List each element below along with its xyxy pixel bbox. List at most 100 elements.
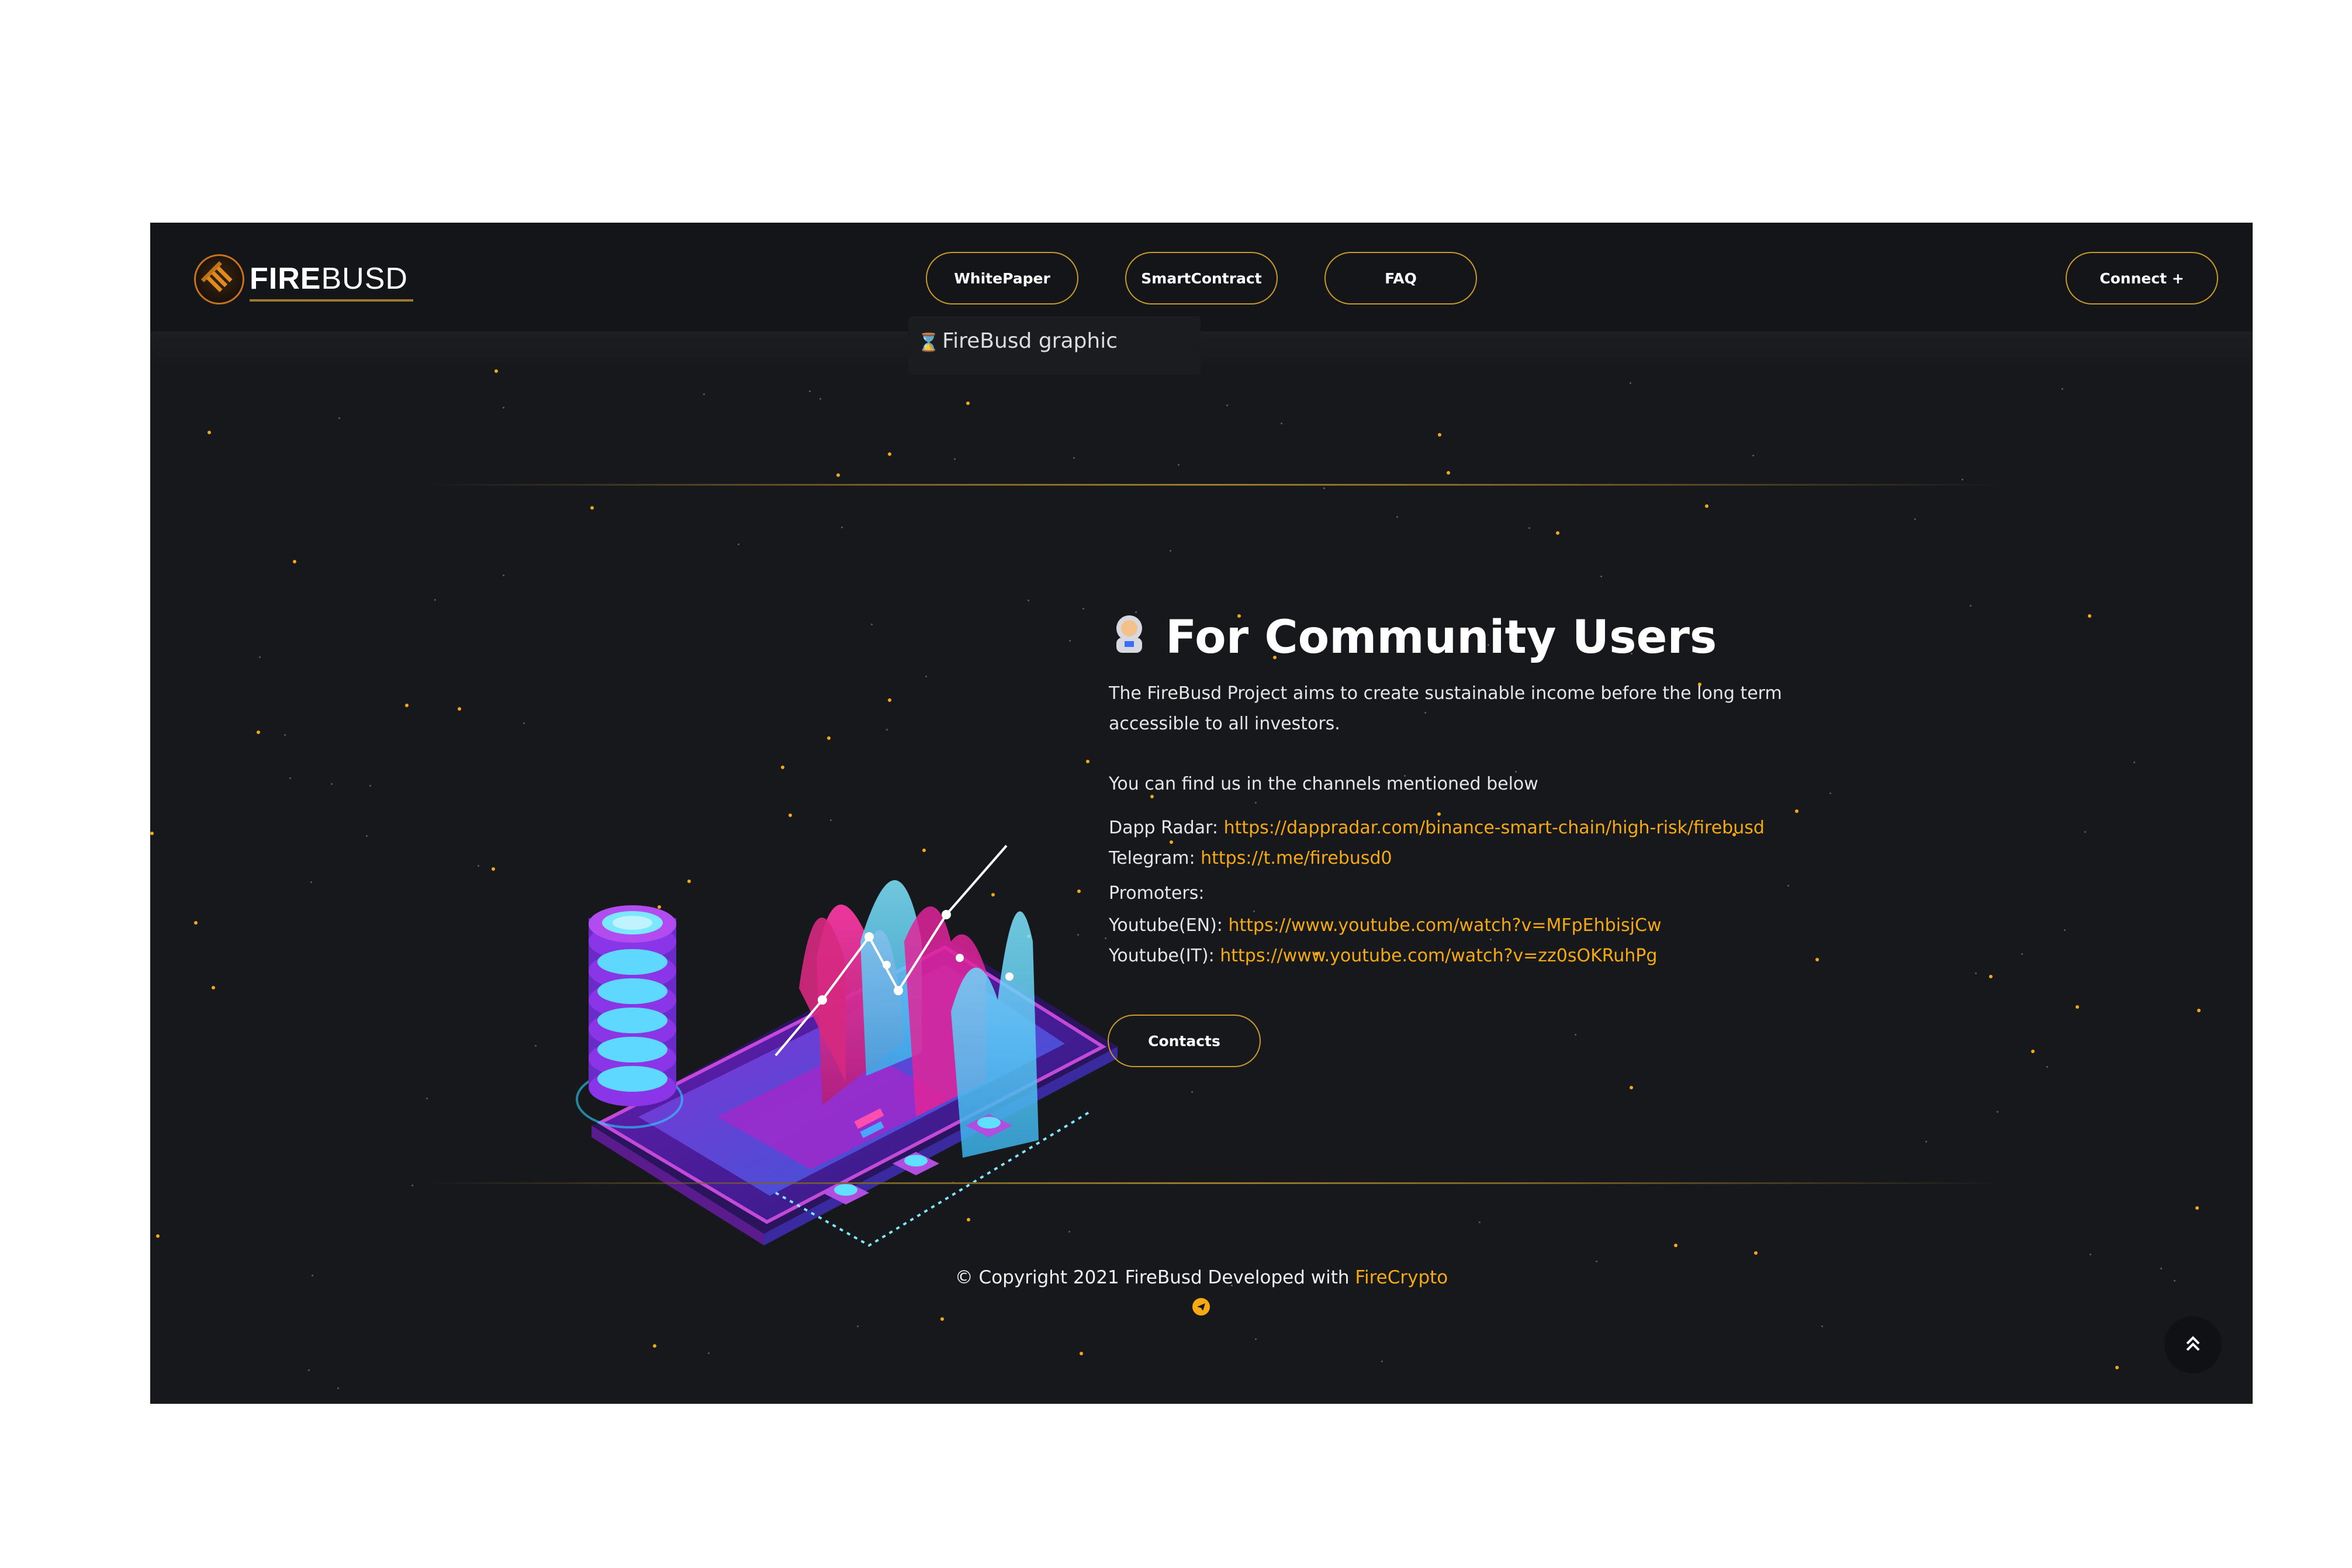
star-dot	[458, 707, 461, 711]
star-dot	[809, 390, 811, 392]
star-dot	[1082, 608, 1084, 610]
star-dot	[369, 785, 371, 787]
double-chevron-up-icon	[2181, 1332, 2205, 1358]
section-divider-top	[425, 484, 2003, 486]
star-dot	[1795, 809, 1798, 813]
star-dot	[1975, 972, 1977, 974]
star-dot	[289, 777, 291, 779]
youtube-it-label: Youtube(IT):	[1109, 946, 1215, 966]
faq-button[interactable]: FAQ	[1324, 252, 1477, 304]
star-dot	[434, 599, 436, 601]
youtube-en-line: Youtube(EN): https://www.youtube.com/wat…	[1109, 915, 1661, 936]
firecrypto-link[interactable]: FireCrypto	[1355, 1267, 1448, 1288]
broken-image-placeholder: ⌛ FireBusd graphic	[908, 316, 1201, 375]
dappradar-line: Dapp Radar: https://dappradar.com/binanc…	[1109, 818, 1765, 838]
star-dot	[1178, 464, 1180, 466]
star-dot	[2115, 1366, 2119, 1369]
star-dot	[2197, 1009, 2201, 1012]
section-heading: For Community Users	[1107, 603, 1717, 673]
star-dot	[2195, 1206, 2199, 1210]
youtube-en-label: Youtube(EN):	[1109, 915, 1223, 936]
star-dot	[503, 574, 504, 576]
star-dot	[590, 506, 594, 510]
telegram-link[interactable]: https://t.me/firebusd0	[1201, 848, 1392, 868]
star-dot	[2031, 1050, 2035, 1053]
star-dot	[492, 867, 495, 871]
star-dot	[150, 832, 154, 835]
youtube-en-link[interactable]: https://www.youtube.com/watch?v=MFpEhbis…	[1228, 915, 1661, 936]
star-dot	[841, 527, 843, 528]
telegram-icon[interactable]	[1192, 1298, 1210, 1316]
astronaut-icon	[1107, 611, 1151, 665]
star-dot	[1962, 479, 1963, 480]
star-dot	[1914, 518, 1916, 520]
star-dot	[535, 1045, 537, 1047]
star-dot	[2084, 831, 2086, 833]
star-dot	[1479, 1221, 1481, 1223]
star-dot	[1970, 605, 1971, 607]
star-dot	[338, 417, 340, 419]
star-dot	[405, 704, 409, 707]
star-dot	[156, 1234, 160, 1238]
star-dot	[1829, 792, 1831, 794]
star-dot	[1073, 457, 1075, 459]
star-dot	[411, 1185, 413, 1186]
star-dot	[1575, 1034, 1576, 1036]
star-dot	[478, 865, 479, 867]
navbar: FIREBUSD WhitePaper SmartContract FAQ Co…	[150, 223, 2253, 331]
star-dot	[708, 1352, 710, 1354]
dappradar-link[interactable]: https://dappradar.com/binance-smart-chai…	[1224, 818, 1765, 838]
youtube-it-link[interactable]: https://www.youtube.com/watch?v=zz0sOKRu…	[1220, 946, 1657, 966]
connect-wallet-button[interactable]: Connect +	[2066, 252, 2218, 304]
star-dot	[966, 401, 970, 405]
footer-copyright: © Copyright 2021 FireBusd Developed with…	[150, 1267, 2253, 1288]
star-dot	[207, 431, 211, 434]
star-dot	[259, 656, 261, 658]
youtube-it-line: Youtube(IT): https://www.youtube.com/wat…	[1109, 946, 1657, 966]
telegram-label: Telegram:	[1109, 848, 1195, 868]
star-dot	[1255, 1338, 1257, 1340]
star-dot	[426, 1098, 428, 1099]
star-dot	[1170, 550, 1171, 552]
star-dot	[1381, 1361, 1383, 1362]
star-dot	[2090, 1254, 2091, 1255]
star-dot	[653, 1344, 656, 1348]
star-dot	[1674, 1244, 1677, 1247]
star-dot	[1821, 1325, 1823, 1327]
star-dot	[738, 544, 739, 545]
page-frame: FIREBUSD WhitePaper SmartContract FAQ Co…	[150, 223, 2253, 1404]
star-dot	[1752, 455, 1754, 456]
star-dot	[331, 783, 333, 785]
star-dot	[308, 1369, 310, 1371]
dappradar-label: Dapp Radar:	[1109, 818, 1219, 838]
star-dot	[523, 722, 525, 724]
star-dot	[1437, 812, 1441, 816]
site-logo[interactable]: FIREBUSD	[194, 252, 422, 307]
scroll-to-top-button[interactable]	[2164, 1316, 2222, 1373]
star-dot	[1323, 487, 1325, 489]
star-dot	[954, 458, 956, 460]
star-dot	[1080, 1352, 1083, 1355]
contacts-button[interactable]: Contacts	[1108, 1015, 1261, 1067]
logo-wordmark: FIREBUSD	[250, 262, 408, 296]
firebusd-logo-icon	[194, 254, 244, 304]
copyright-text: © Copyright 2021 FireBusd Developed with	[954, 1267, 1350, 1288]
whitepaper-button[interactable]: WhitePaper	[926, 252, 1078, 304]
star-dot	[1705, 504, 1708, 508]
channels-intro-text: You can find us in the channels mentione…	[1109, 774, 1538, 794]
star-dot	[1226, 404, 1228, 406]
star-dot	[1528, 527, 1530, 529]
star-dot	[1028, 600, 1029, 601]
star-dot	[337, 1387, 339, 1389]
star-dot	[1925, 1141, 1927, 1143]
star-dot	[494, 369, 498, 373]
star-dot	[212, 986, 215, 989]
star-dot	[310, 881, 312, 883]
smartcontract-button[interactable]: SmartContract	[1125, 252, 1278, 304]
star-dot	[940, 1317, 944, 1321]
star-dot	[1630, 1086, 1633, 1089]
star-dot	[1600, 576, 1602, 577]
star-dot	[857, 1325, 859, 1327]
star-dot	[1253, 911, 1255, 912]
broken-image-alt-text: FireBusd graphic	[942, 329, 1118, 353]
